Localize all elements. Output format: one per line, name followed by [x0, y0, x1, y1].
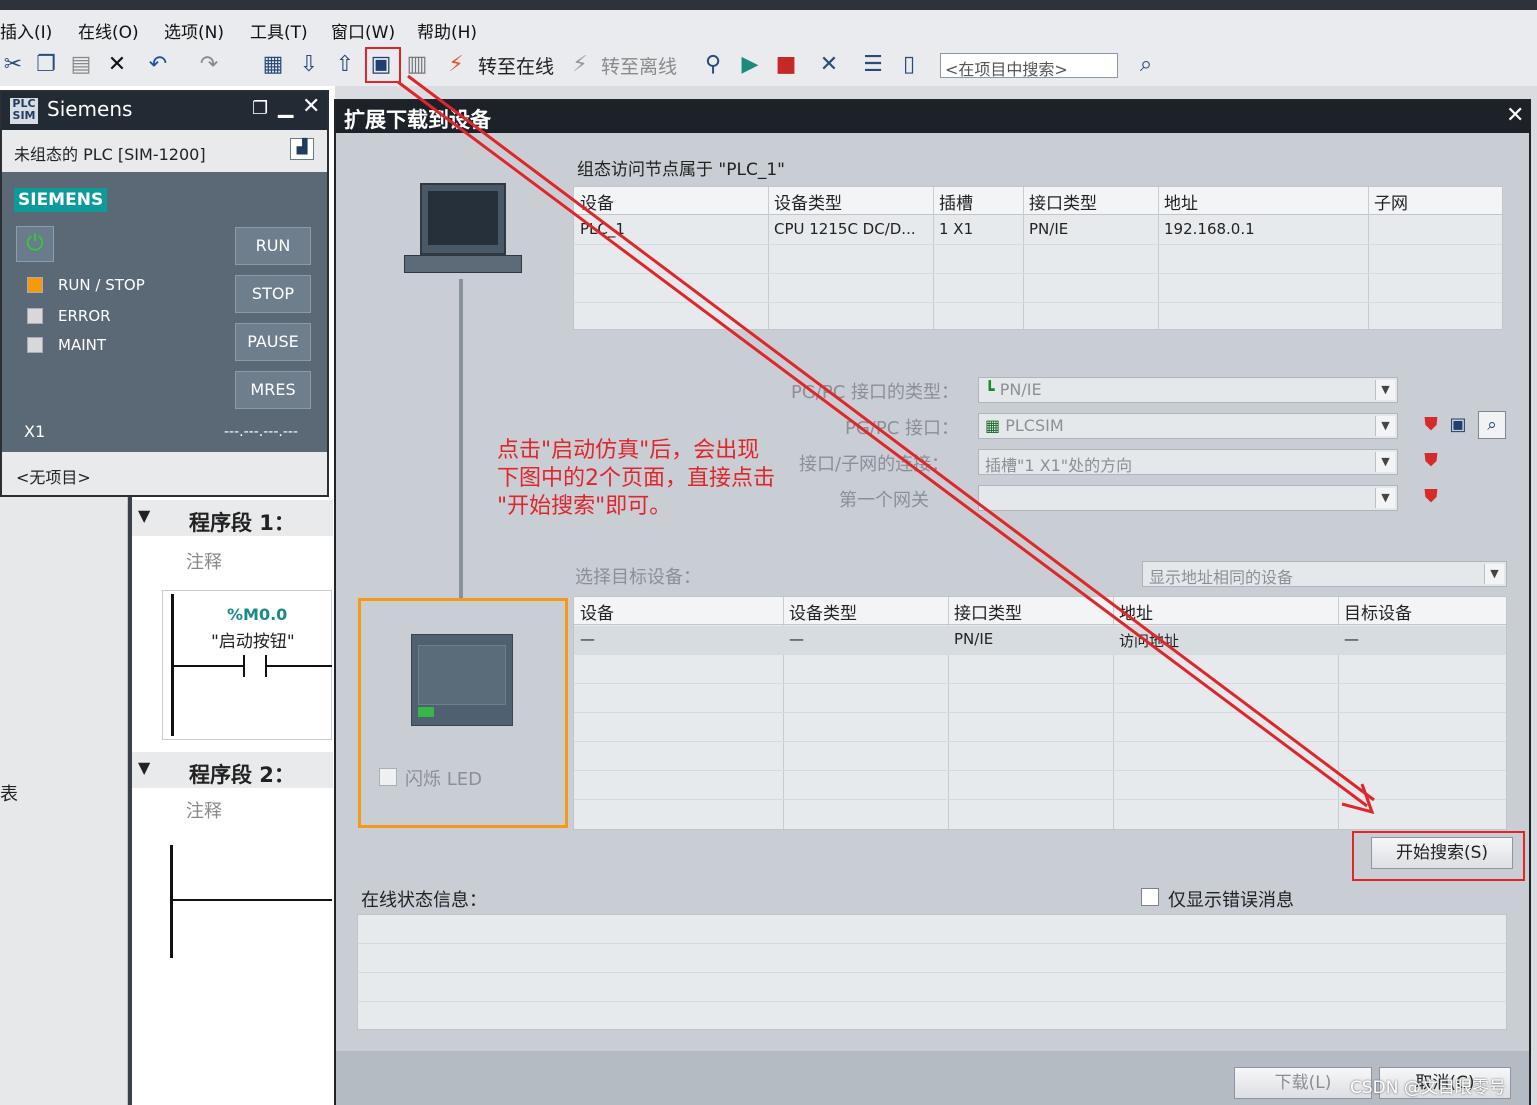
watermark: CSDN @文目眼零号 — [1350, 1078, 1506, 1098]
arrow-shaft-2 — [407, 74, 1375, 802]
arrow-shaft-1 — [397, 80, 1368, 808]
annotation-arrow — [397, 74, 1375, 815]
